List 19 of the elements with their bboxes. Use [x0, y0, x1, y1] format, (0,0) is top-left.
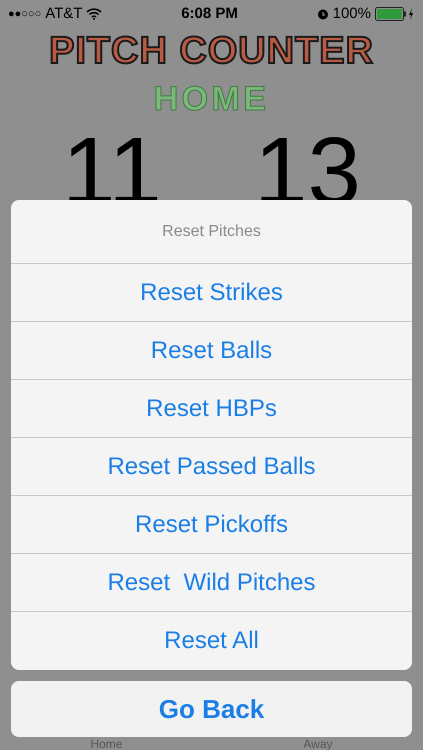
battery-percent: 100% — [332, 4, 371, 24]
action-button[interactable]: Reset Pickoffs — [11, 496, 412, 554]
signal-strength: ●●○○○ — [8, 6, 42, 22]
team-heading: HOME — [154, 80, 270, 118]
action-button[interactable]: Reset Passed Balls — [11, 438, 412, 496]
action-button[interactable]: Reset Balls — [11, 322, 412, 380]
app-title: PITCH COUNTER — [49, 30, 374, 72]
action-button[interactable]: Reset Wild Pitches — [11, 554, 412, 612]
battery-charging-icon — [374, 7, 415, 21]
action-button[interactable]: Reset Strikes — [11, 264, 412, 322]
alarm-icon — [316, 8, 329, 20]
carrier-name: AT&T — [45, 4, 82, 24]
wifi-icon — [86, 8, 102, 20]
go-back-button[interactable]: Go Back — [11, 681, 412, 737]
tab-label[interactable]: Home — [90, 738, 122, 750]
clock-time: 6:08 PM — [181, 4, 238, 24]
action-button[interactable]: Reset All — [11, 612, 412, 670]
sheet-title: Reset Pitches — [162, 222, 261, 242]
action-button[interactable]: Reset HBPs — [11, 380, 412, 438]
